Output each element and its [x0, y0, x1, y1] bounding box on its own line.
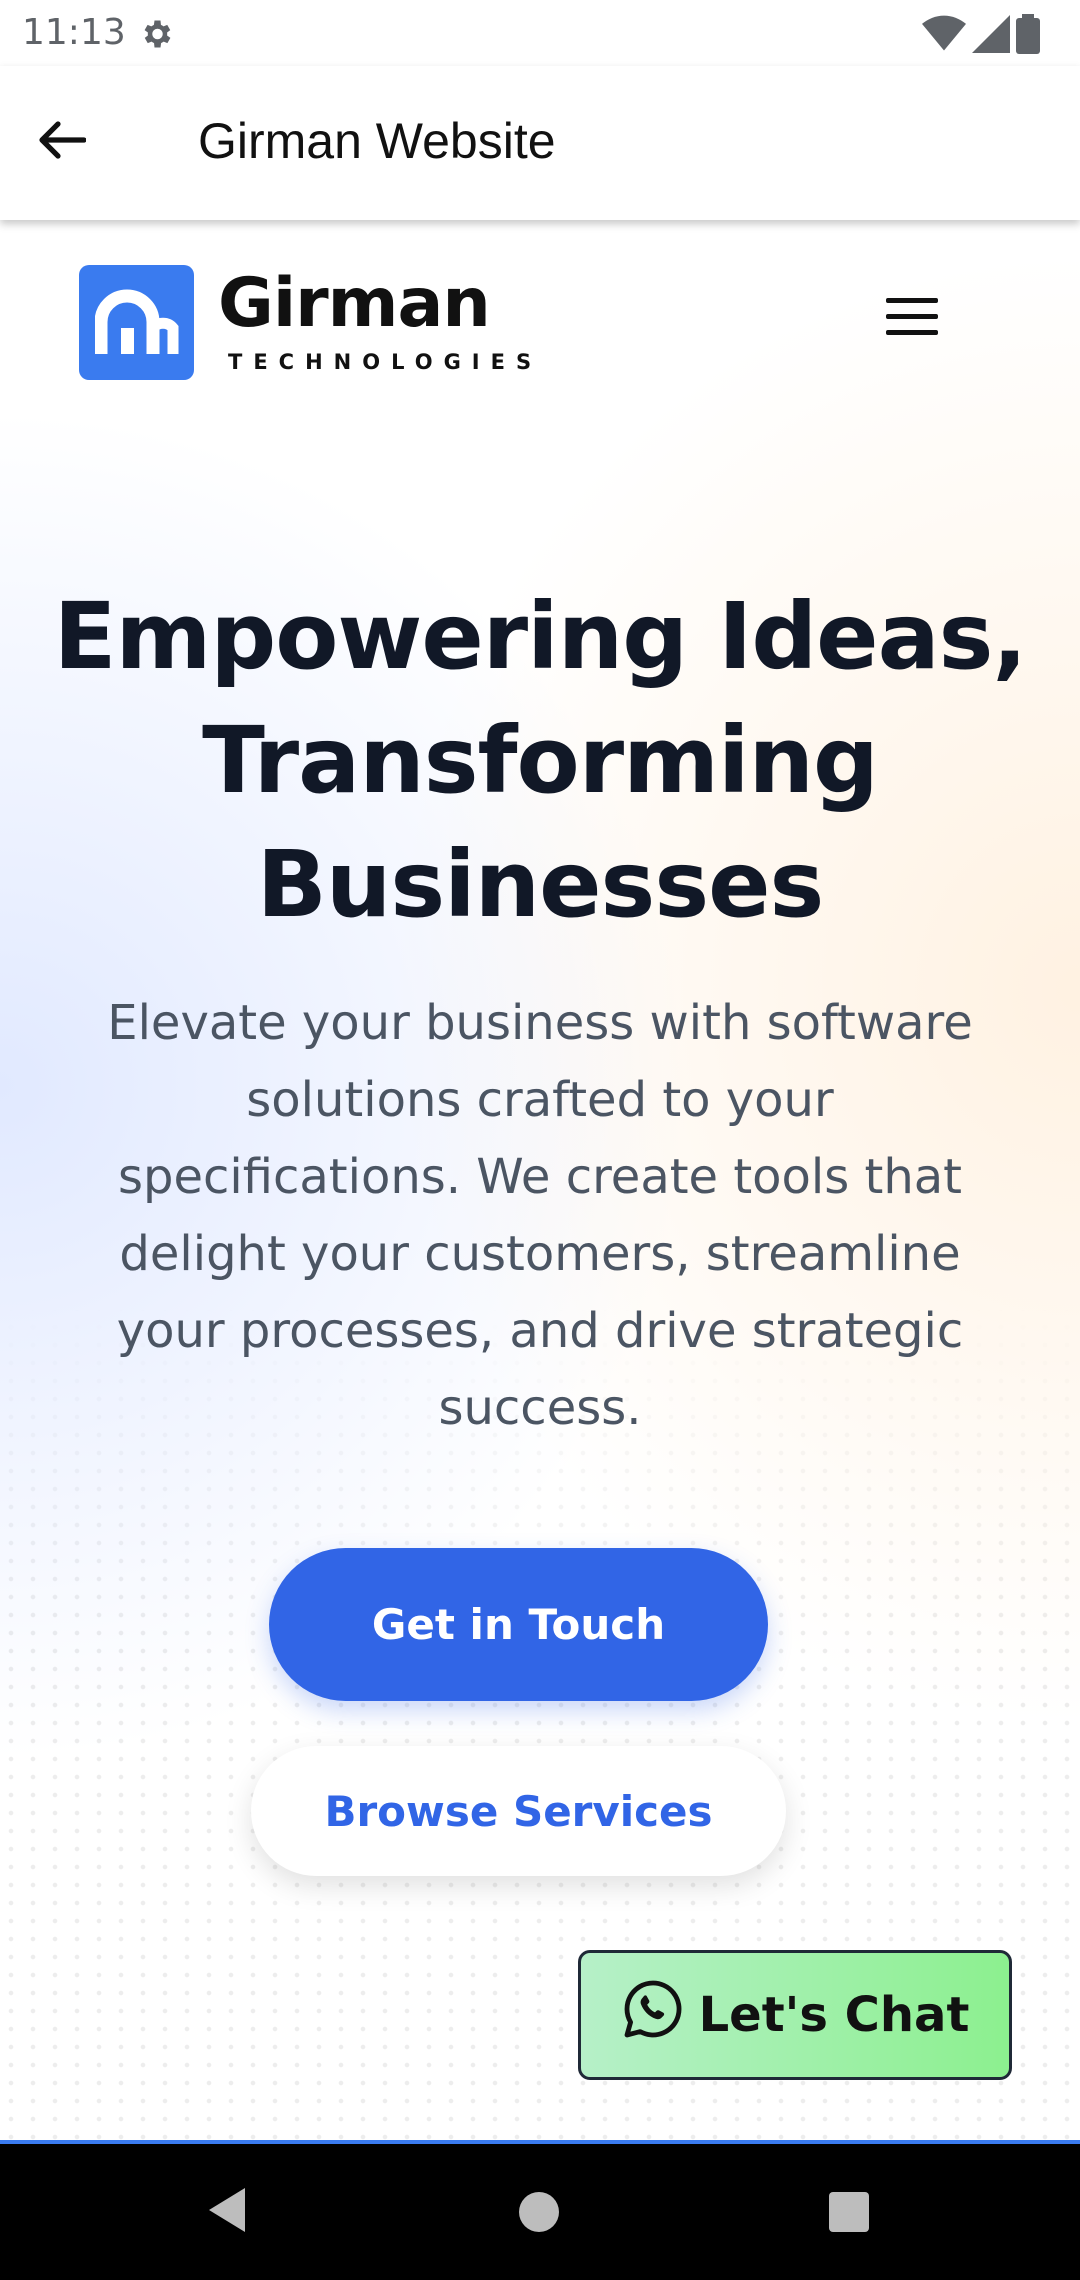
hero-title-line-2: Transforming	[202, 707, 879, 814]
hero-subtitle: Elevate your business with software solu…	[107, 995, 973, 1436]
wifi-icon	[922, 15, 966, 58]
gear-icon	[138, 16, 174, 52]
get-in-touch-button[interactable]: Get in Touch	[269, 1548, 768, 1701]
hamburger-menu-icon[interactable]	[886, 298, 946, 348]
back-button[interactable]	[38, 112, 118, 172]
web-content[interactable]: Girman TECHNOLOGIES Empowering Ideas, Tr…	[0, 220, 1080, 2144]
app-bar: Girman Website	[0, 66, 1080, 220]
signal-icon	[972, 15, 1010, 58]
hero-title: Empowering Ideas, Transforming Businesse…	[30, 575, 1050, 947]
lets-chat-button[interactable]: Let's Chat	[578, 1950, 1012, 2080]
arrow-left-icon	[38, 120, 87, 165]
logo-name[interactable]: Girman	[218, 264, 491, 343]
nav-recents-icon[interactable]	[829, 2192, 869, 2232]
nav-back-icon[interactable]	[205, 2186, 247, 2239]
status-time: 11:13	[22, 12, 126, 53]
whatsapp-icon	[621, 1977, 685, 2053]
hero-title-line-3: Businesses	[256, 831, 824, 938]
lets-chat-label: Let's Chat	[698, 1987, 970, 2043]
app-bar-title: Girman Website	[198, 113, 556, 169]
status-bar: 11:13	[0, 0, 1080, 66]
battery-icon	[1016, 14, 1040, 59]
browse-services-button[interactable]: Browse Services	[251, 1746, 786, 1876]
logo-tagline: TECHNOLOGIES	[228, 350, 543, 374]
logo-icon[interactable]	[79, 265, 194, 380]
system-navigation-bar	[0, 2144, 1080, 2280]
hero-title-line-1: Empowering Ideas,	[53, 583, 1028, 690]
nav-home-icon[interactable]	[519, 2192, 559, 2232]
